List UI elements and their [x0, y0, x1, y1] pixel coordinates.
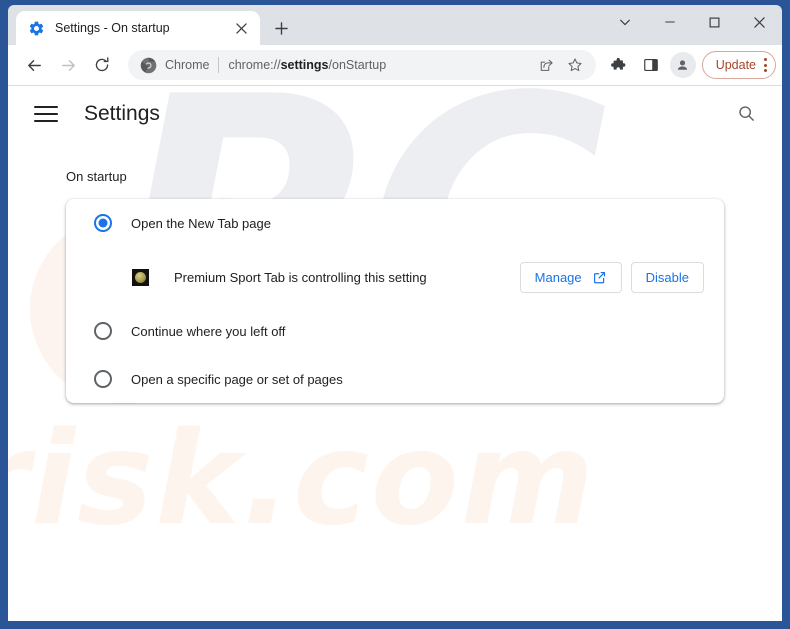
- tab-title: Settings - On startup: [55, 21, 170, 35]
- minimize-icon[interactable]: [647, 5, 692, 39]
- open-in-new-icon: [593, 271, 605, 283]
- url-prefix: chrome://: [228, 58, 281, 72]
- extension-notice-text: Premium Sport Tab is controlling this se…: [174, 269, 427, 285]
- radio-label: Continue where you left off: [131, 323, 286, 339]
- browser-window: Settings - On startup Chrome chrome://se…: [0, 0, 790, 629]
- avatar[interactable]: [669, 52, 696, 78]
- settings-content: On startup Open the New Tab page Premium…: [8, 169, 782, 403]
- url-bold: settings: [280, 58, 329, 72]
- url-suffix: /onStartup: [328, 58, 387, 72]
- section-label: On startup: [66, 169, 127, 184]
- close-icon[interactable]: [737, 5, 782, 39]
- watermark-domain-text: risk.com: [8, 405, 597, 554]
- omnibox-divider: [218, 57, 220, 73]
- update-button[interactable]: Update: [701, 51, 776, 79]
- close-icon[interactable]: [230, 17, 252, 39]
- page-title: Settings: [84, 101, 160, 125]
- update-button-label: Update: [715, 58, 756, 72]
- manage-button[interactable]: Manage: [519, 261, 622, 293]
- on-startup-card: Open the New Tab page Premium Sport Tab …: [66, 199, 724, 403]
- three-dots-vertical-icon[interactable]: [764, 58, 767, 72]
- title-bar: Settings - On startup: [8, 5, 782, 45]
- radio-label: Open a specific page or set of pages: [131, 371, 343, 387]
- radio-label: Open the New Tab page: [131, 215, 271, 231]
- extension-notice-row: Premium Sport Tab is controlling this se…: [86, 247, 704, 307]
- radio-indicator[interactable]: [94, 370, 112, 388]
- maximize-icon[interactable]: [692, 5, 737, 39]
- settings-gear-icon: [28, 20, 45, 37]
- settings-page: PC risk.com Settings On startup: [8, 85, 782, 621]
- chrome-logo-icon: [140, 57, 157, 74]
- window-controls: [602, 5, 782, 39]
- radio-option-continue[interactable]: Continue where you left off: [86, 307, 704, 355]
- star-icon[interactable]: [562, 52, 588, 78]
- new-tab-button[interactable]: [266, 13, 296, 43]
- puzzle-icon[interactable]: [604, 50, 634, 80]
- omnibox-actions: [534, 52, 588, 78]
- search-icon[interactable]: [730, 98, 762, 130]
- extension-notice-buttons: Manage Disable: [519, 261, 704, 293]
- chevron-down-icon[interactable]: [602, 5, 647, 39]
- manage-button-label: Manage: [534, 269, 582, 285]
- reload-icon[interactable]: [86, 49, 118, 81]
- radio-indicator[interactable]: [94, 322, 112, 340]
- share-icon[interactable]: [534, 52, 560, 78]
- browser-toolbar: Chrome chrome://settings/onStartup Updat…: [8, 45, 782, 85]
- settings-header: Settings: [8, 86, 782, 141]
- disable-button[interactable]: Disable: [630, 261, 704, 293]
- arrow-back-icon[interactable]: [18, 49, 50, 81]
- extension-favicon: [132, 268, 149, 286]
- side-panel-icon[interactable]: [636, 50, 666, 80]
- address-bar[interactable]: Chrome chrome://settings/onStartup: [128, 50, 596, 80]
- disable-button-label: Disable: [645, 269, 689, 285]
- radio-option-specific-page[interactable]: Open a specific page or set of pages: [86, 355, 704, 403]
- arrow-forward-icon: [52, 49, 84, 81]
- radio-indicator[interactable]: [94, 214, 112, 232]
- hamburger-icon[interactable]: [34, 102, 58, 126]
- browser-tab[interactable]: Settings - On startup: [16, 11, 260, 45]
- omnibox-scheme-label: Chrome: [165, 58, 210, 72]
- radio-option-new-tab[interactable]: Open the New Tab page: [86, 199, 704, 247]
- omnibox-url: chrome://settings/onStartup: [228, 58, 533, 72]
